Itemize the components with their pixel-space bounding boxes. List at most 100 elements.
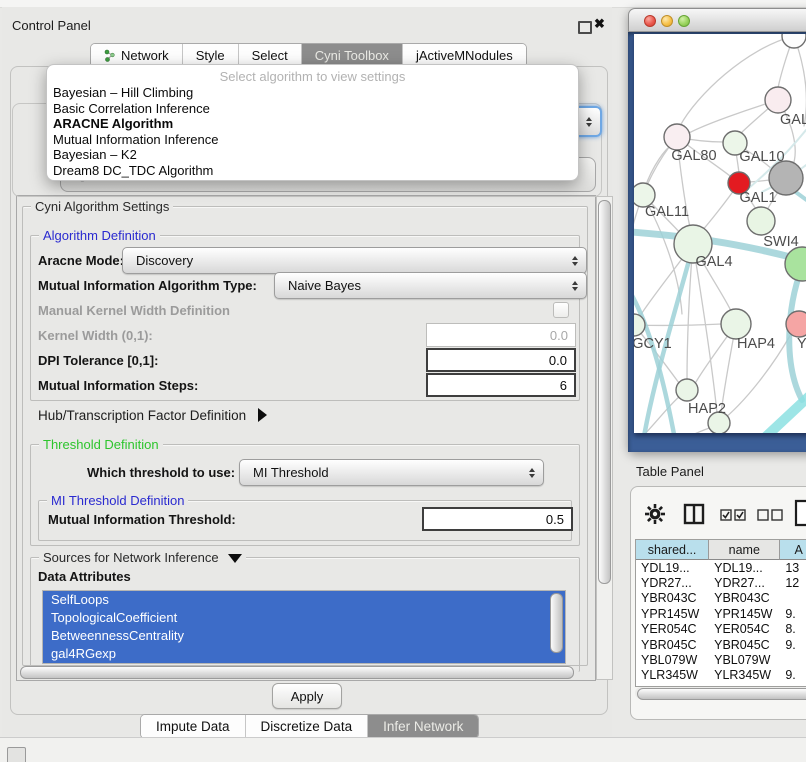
expand-down-icon[interactable] xyxy=(228,554,242,563)
kernel-width-input[interactable]: 0.0 xyxy=(426,323,576,347)
attribute-item-topologicalcoefficient[interactable]: TopologicalCoefficient xyxy=(43,609,565,627)
table-cell: YLR345W xyxy=(636,668,709,683)
spinner-arrows-icon xyxy=(529,468,535,478)
table-row[interactable]: YBL079WYBL079W xyxy=(636,652,806,667)
column-header-a[interactable]: A xyxy=(780,540,806,560)
dpi-tolerance-label: DPI Tolerance [0,1]: xyxy=(38,353,158,368)
attribute-item-betweennesscentrality[interactable]: BetweennessCentrality xyxy=(43,627,565,645)
docked-palette-icon[interactable] xyxy=(7,747,26,762)
table-row[interactable]: YER054CYER054C8. xyxy=(636,622,806,637)
node-label-gal: GAL xyxy=(780,112,806,128)
mi-algorithm-type-value: Naive Bayes xyxy=(288,278,361,293)
table-row[interactable]: YBR043CYBR043C xyxy=(636,591,806,606)
apply-button[interactable]: Apply xyxy=(272,683,342,709)
which-threshold-label: Which threshold to use: xyxy=(87,465,235,480)
table-horizontal-scrollbar[interactable] xyxy=(635,687,806,699)
which-threshold-combo[interactable]: MI Threshold xyxy=(239,459,544,486)
network-node[interactable] xyxy=(782,34,806,48)
dropdown-item-bayesian-hill-climbing[interactable]: Bayesian – Hill Climbing xyxy=(51,85,574,101)
dropdown-item-bayesian-k2[interactable]: Bayesian – K2 xyxy=(51,147,574,163)
node-table[interactable]: shared...nameA YDL19...YDL19...13YDR27..… xyxy=(635,539,806,687)
table-cell: YBR045C xyxy=(709,637,780,652)
table-cell: YPR145W xyxy=(636,606,709,621)
table-row[interactable]: YLR345WYLR345W9. xyxy=(636,668,806,683)
kernel-width-label: Kernel Width (0,1): xyxy=(38,328,153,343)
table-row[interactable]: YDL19...YDL19...13 xyxy=(636,560,806,575)
minimize-traffic-light-icon[interactable] xyxy=(661,15,673,27)
network-node-gal80[interactable] xyxy=(664,124,690,150)
close-icon[interactable]: ✖ xyxy=(594,16,605,32)
dropdown-items: Bayesian – Hill ClimbingBasic Correlatio… xyxy=(51,85,574,179)
settings-horizontal-scrollbar[interactable] xyxy=(20,666,574,679)
expand-right-icon[interactable] xyxy=(258,408,267,422)
dropdown-item-aracne-algorithm[interactable]: ARACNE Algorithm xyxy=(51,116,574,132)
network-node[interactable] xyxy=(785,247,806,281)
network-node-hap2[interactable] xyxy=(676,379,698,401)
mi-threshold-label: Mutual Information Threshold: xyxy=(48,512,236,527)
aracne-mode-value: Discovery xyxy=(136,253,193,268)
table-cell: YDL19... xyxy=(709,560,780,575)
table-cell: YER054C xyxy=(709,622,780,637)
network-node-swi4[interactable] xyxy=(747,207,775,235)
show-columns-icon[interactable] xyxy=(720,509,746,521)
table-row[interactable]: YBR045CYBR045C9. xyxy=(636,637,806,652)
dropdown-placeholder: Select algorithm to view settings xyxy=(47,69,578,84)
column-header-shared[interactable]: shared... xyxy=(636,540,709,560)
network-graph: GALGAL80GAL10GAL1GAL11SWI4GAL4GCY1HAP4YH… xyxy=(634,34,806,433)
bottom-tab-impute-data[interactable]: Impute Data xyxy=(141,715,246,738)
algorithm-definition-title: Algorithm Definition xyxy=(39,228,160,243)
float-window-icon[interactable] xyxy=(578,21,592,34)
scrollbar-thumb[interactable] xyxy=(598,200,611,584)
mi-steps-input[interactable]: 6 xyxy=(426,373,576,397)
scrollbar-thumb[interactable] xyxy=(637,688,806,700)
table-cell: YBR045C xyxy=(636,637,709,652)
data-attributes-list[interactable]: SelfLoopsTopologicalCoefficientBetweenne… xyxy=(42,590,566,664)
screenshot-root: Control Panel ✖ galFiltered.sif default … xyxy=(0,0,806,762)
new-table-icon[interactable] xyxy=(794,499,806,527)
column-header-name[interactable]: name xyxy=(709,540,780,560)
dropdown-item-mutual-information-inference[interactable]: Mutual Information Inference xyxy=(51,132,574,148)
node-label-gal80: GAL80 xyxy=(671,148,716,164)
control-panel-title: Control Panel xyxy=(12,18,91,33)
network-node-gal[interactable] xyxy=(765,87,791,113)
dropdown-item-dream8-dc-tdc-algorithm[interactable]: Dream8 DC_TDC Algorithm xyxy=(51,163,574,179)
gear-icon[interactable] xyxy=(644,503,666,525)
mi-threshold-definition-title: MI Threshold Definition xyxy=(47,493,188,508)
table-cell: YBR043C xyxy=(636,591,709,606)
table-panel-title: Table Panel xyxy=(636,464,704,479)
network-canvas[interactable]: GALGAL80GAL10GAL1GAL11SWI4GAL4GCY1HAP4YH… xyxy=(634,34,806,433)
mi-threshold-input[interactable]: 0.5 xyxy=(422,507,573,531)
network-window-titlebar[interactable] xyxy=(628,8,806,32)
node-label-y: Y xyxy=(797,336,806,352)
bottom-tab-infer-network[interactable]: Infer Network xyxy=(368,715,478,738)
which-threshold-value: MI Threshold xyxy=(253,465,329,480)
table-cell: YBR043C xyxy=(709,591,780,606)
table-row[interactable]: YDR27...YDR27...12 xyxy=(636,575,806,590)
zoom-traffic-light-icon[interactable] xyxy=(678,15,690,27)
settings-vertical-scrollbar[interactable] xyxy=(596,196,613,680)
list-scrollbar-thumb[interactable] xyxy=(550,593,563,653)
table-cell: YDR27... xyxy=(709,575,780,590)
split-panel-icon[interactable] xyxy=(683,503,705,525)
mi-algorithm-type-combo[interactable]: Naive Bayes xyxy=(274,272,587,299)
dpi-tolerance-input[interactable]: 0.0 xyxy=(426,348,576,372)
aracne-mode-combo[interactable]: Discovery xyxy=(122,247,587,274)
network-edge[interactable] xyxy=(689,100,778,133)
spinner-arrows-icon xyxy=(572,281,578,291)
table-cell: 9. xyxy=(780,606,806,621)
network-node-hap4[interactable] xyxy=(721,309,751,339)
network-edge[interactable] xyxy=(634,277,678,433)
attribute-item-gal4rgexp[interactable]: gal4RGexp xyxy=(43,645,565,663)
hub-definition-label[interactable]: Hub/Transcription Factor Definition xyxy=(38,406,267,423)
dropdown-item-basic-correlation-inference[interactable]: Basic Correlation Inference xyxy=(51,101,574,117)
table-row[interactable]: YPR145WYPR145W9. xyxy=(636,606,806,621)
attribute-item-selfloops[interactable]: SelfLoops xyxy=(43,591,565,609)
tab-label: jActiveMNodules xyxy=(416,48,513,63)
manual-kernel-checkbox[interactable] xyxy=(553,302,569,318)
bottom-tab-discretize-data[interactable]: Discretize Data xyxy=(246,715,369,738)
network-node-y[interactable] xyxy=(786,311,806,337)
bottom-strip xyxy=(0,737,806,762)
hide-columns-icon[interactable] xyxy=(757,509,783,521)
spinner-arrows-icon xyxy=(586,117,592,127)
close-traffic-light-icon[interactable] xyxy=(644,15,656,27)
